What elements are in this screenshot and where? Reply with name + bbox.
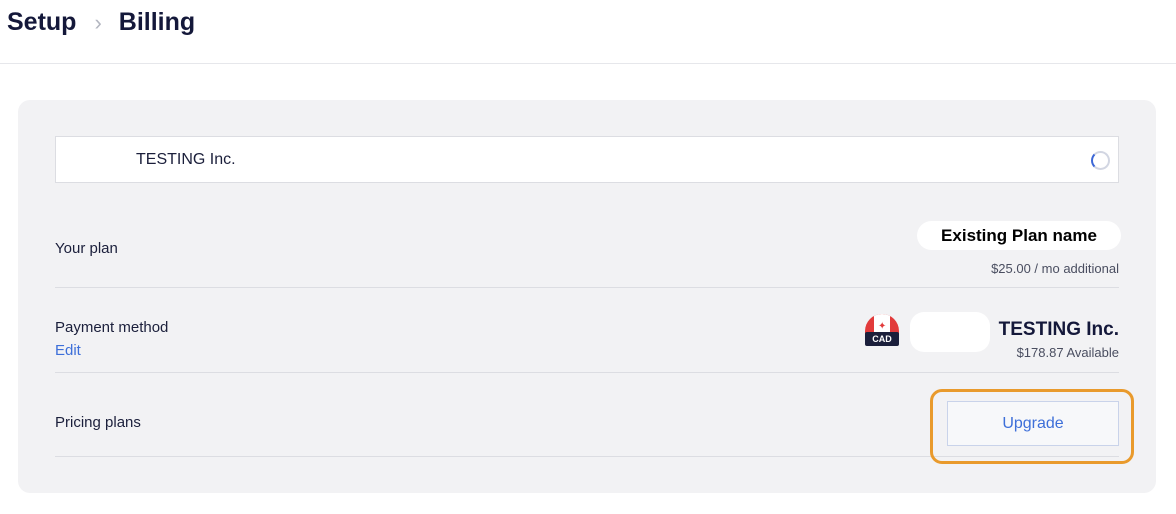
payment-label: Payment method <box>55 319 169 336</box>
plan-row: Your plan Existing Plan name $25.00 / mo… <box>55 200 1121 288</box>
chevron-right-icon: › <box>94 9 102 35</box>
maple-leaf-icon: ✦ <box>878 321 887 332</box>
pricing-label: Pricing plans <box>55 414 141 431</box>
loading-spinner-icon <box>1091 151 1110 170</box>
account-select[interactable]: TESTING Inc. <box>55 136 1119 183</box>
payment-row: Payment method Edit ✦ CAD TESTING Inc. $… <box>55 288 1119 373</box>
canada-flag-icon: ✦ CAD <box>865 314 899 346</box>
plan-name-badge: Existing Plan name <box>917 221 1121 250</box>
currency-badge: CAD <box>865 332 899 346</box>
upgrade-button[interactable]: Upgrade <box>947 401 1119 446</box>
page-header: Setup › Billing <box>0 0 1176 64</box>
breadcrumb-setup[interactable]: Setup <box>7 8 76 37</box>
billing-card: TESTING Inc. Your plan Existing Plan nam… <box>18 100 1156 493</box>
payment-account-name: TESTING Inc. <box>998 319 1119 340</box>
payment-available-balance: $178.87 Available <box>1016 345 1119 360</box>
account-select-value: TESTING Inc. <box>136 151 236 168</box>
plan-label: Your plan <box>55 240 118 257</box>
breadcrumb: Setup › Billing <box>7 8 195 37</box>
plan-price: $25.00 / mo additional <box>991 261 1119 276</box>
breadcrumb-billing: Billing <box>118 8 196 36</box>
edit-payment-link[interactable]: Edit <box>55 342 81 359</box>
redacted-logo <box>910 312 990 352</box>
